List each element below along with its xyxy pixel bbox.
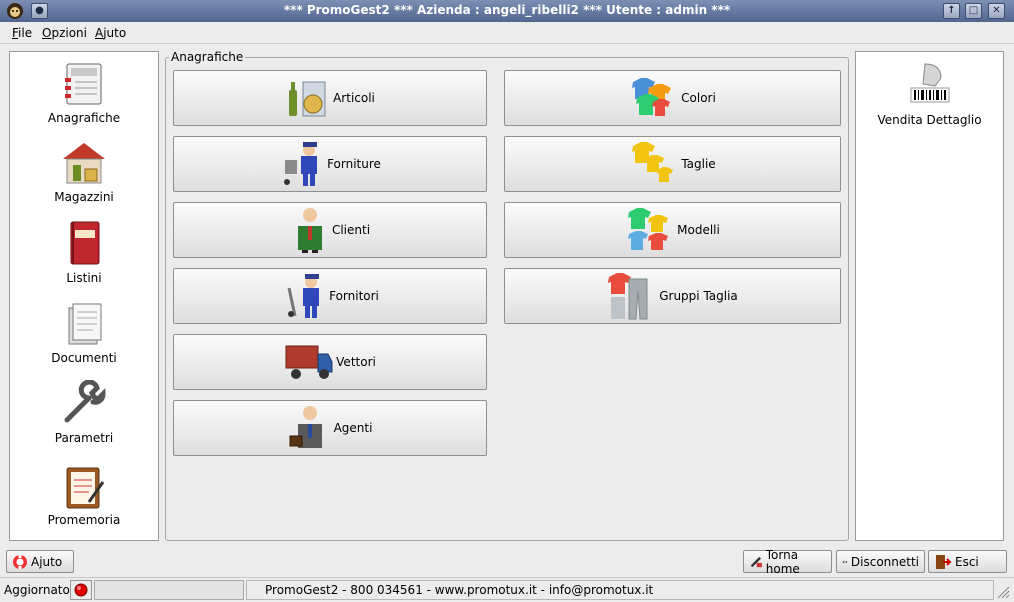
articles-icon xyxy=(289,81,326,117)
nav-magazzini-label: Magazzini xyxy=(54,190,114,204)
disconnect-arrows-icon xyxy=(842,560,848,563)
exit-door-icon xyxy=(936,554,952,569)
red-status-light-icon xyxy=(74,583,88,597)
footer-text: PromoGest2 - 800 034561 - www.promotux.i… xyxy=(265,583,654,597)
nav-listini[interactable]: Listini xyxy=(10,220,158,285)
forniture-label: Forniture xyxy=(327,157,381,171)
gruppi-taglia-label: Gruppi Taglia xyxy=(659,289,738,303)
exit-label: Esci xyxy=(955,554,979,569)
clienti-label: Clienti xyxy=(331,223,371,237)
nav-anagrafiche[interactable]: Anagrafiche xyxy=(10,60,158,125)
footer-info: PromoGest2 - 800 034561 - www.promotux.i… xyxy=(246,580,994,600)
maximize-button[interactable]: □ xyxy=(965,3,982,19)
nav-documenti-label: Documenti xyxy=(51,351,117,365)
vettori-button[interactable]: Vettori xyxy=(173,334,487,390)
barcode-scanner-icon xyxy=(910,63,949,103)
menu-file-rest: ile xyxy=(18,26,33,40)
supplies-worker-icon xyxy=(284,142,318,186)
agenti-label: Agenti xyxy=(333,421,373,435)
right-panel: Vendita Dettaglio xyxy=(855,51,1004,541)
address-book-icon xyxy=(65,63,102,105)
colori-label: Colori xyxy=(681,91,716,105)
supplier-worker-icon xyxy=(287,274,320,318)
close-button[interactable]: ✕ xyxy=(988,3,1005,19)
agenti-button[interactable]: Agenti xyxy=(173,400,487,456)
articoli-label: Articoli xyxy=(333,91,375,105)
menu-opzioni[interactable]: Opzioni xyxy=(42,26,87,40)
home-arrow-icon xyxy=(750,556,762,567)
left-nav-panel: Anagrafiche Magazzini Listini Documenti … xyxy=(9,51,159,541)
colori-button[interactable]: Colori xyxy=(504,70,841,126)
vettori-label: Vettori xyxy=(336,355,376,369)
home-label: Torna home xyxy=(765,547,800,576)
agent-businessman-icon xyxy=(289,406,322,448)
help-button[interactable]: Ajuto xyxy=(6,550,74,573)
size-group-clothes-icon xyxy=(608,273,648,320)
home-button[interactable]: Torna home xyxy=(743,547,832,576)
modelli-button[interactable]: Modelli xyxy=(504,202,841,258)
size-shirts-icon xyxy=(632,142,674,182)
documents-icon xyxy=(68,303,102,345)
price-list-book-icon xyxy=(70,221,100,265)
fornitori-label: Fornitori xyxy=(329,289,379,303)
articoli-button[interactable]: Articoli xyxy=(173,70,487,126)
menu-file[interactable]: File xyxy=(12,26,32,40)
gruppi-taglia-button[interactable]: Gruppi Taglia xyxy=(504,268,841,324)
taglie-button[interactable]: Taglie xyxy=(504,136,841,192)
color-shirts-icon xyxy=(632,78,672,116)
disconnect-label: Disconnetti xyxy=(850,554,919,569)
warehouse-icon xyxy=(63,143,105,184)
nav-documenti[interactable]: Documenti xyxy=(10,300,158,365)
menu-ajuto[interactable]: Ajuto xyxy=(95,26,126,40)
progress-bar xyxy=(94,580,244,600)
modelli-label: Modelli xyxy=(677,223,720,237)
fornitori-button[interactable]: Fornitori xyxy=(173,268,487,324)
memo-clipboard-icon xyxy=(66,467,105,509)
lifebuoy-icon xyxy=(13,554,27,569)
window-titlebar: ● *** PromoGest2 *** Azienda : angeli_ri… xyxy=(0,0,1014,22)
updated-label: Aggiornato: xyxy=(4,583,74,597)
forniture-button[interactable]: Forniture xyxy=(173,136,487,192)
window-title: *** PromoGest2 *** Azienda : angeli_ribe… xyxy=(283,3,731,17)
nav-anagrafiche-label: Anagrafiche xyxy=(47,111,121,125)
nav-listini-label: Listini xyxy=(66,271,102,285)
vendita-dettaglio-item[interactable]: Vendita Dettaglio xyxy=(856,62,1003,127)
nav-parametri[interactable]: Parametri xyxy=(10,380,158,445)
help-label: Ajuto xyxy=(31,554,63,569)
customer-person-icon xyxy=(297,208,322,253)
nav-parametri-label: Parametri xyxy=(54,431,114,445)
nav-promemoria-label: Promemoria xyxy=(47,513,121,527)
disconnect-button[interactable]: Disconnetti xyxy=(836,550,925,573)
keep-above-button[interactable]: ↑ xyxy=(943,3,960,19)
vendita-dettaglio-label: Vendita Dettaglio xyxy=(877,113,982,127)
menu-ajuto-rest: juto xyxy=(103,26,127,40)
model-shirts-icon xyxy=(628,208,669,250)
resize-grip-icon[interactable] xyxy=(996,585,1010,599)
section-title: Anagrafiche xyxy=(169,50,246,64)
nav-magazzini[interactable]: Magazzini xyxy=(10,139,158,204)
truck-icon xyxy=(285,345,333,379)
exit-button[interactable]: Esci xyxy=(928,550,1007,573)
clienti-button[interactable]: Clienti xyxy=(173,202,487,258)
nav-promemoria[interactable]: Promemoria xyxy=(10,462,158,527)
menu-ajuto-mnemonic: A xyxy=(95,26,104,40)
status-bar: Aggiornato: PromoGest2 - 800 034561 - ww… xyxy=(0,577,1014,602)
taglie-label: Taglie xyxy=(681,157,716,171)
wrench-icon xyxy=(64,380,106,423)
menu-opzioni-rest: pzioni xyxy=(51,26,87,40)
menu-bar: File Opzioni Ajuto xyxy=(0,22,1014,44)
update-status-indicator xyxy=(70,580,92,600)
